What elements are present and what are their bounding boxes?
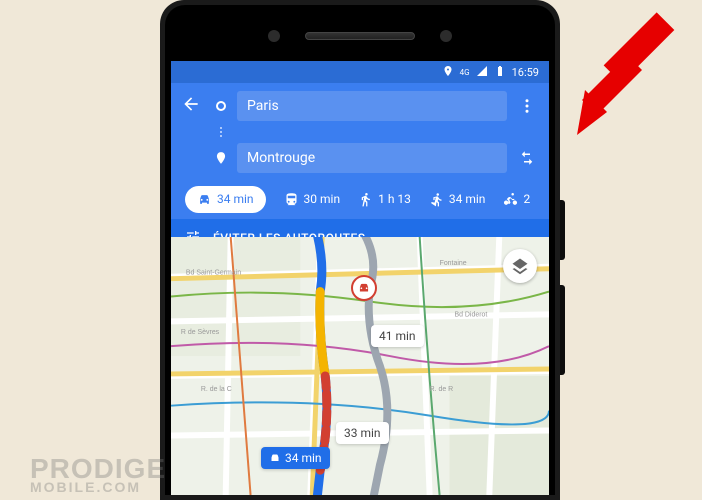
route-alt-label-2[interactable]: 33 min <box>336 422 389 444</box>
proximity-sensor <box>440 30 452 42</box>
svg-text:Bd Diderot: Bd Diderot <box>455 311 488 318</box>
route-primary-label[interactable]: 34 min <box>261 447 330 469</box>
svg-text:Bd Saint-Germain: Bd Saint-Germain <box>186 270 241 277</box>
android-status-bar: 4G 16:59 <box>171 61 549 83</box>
location-icon <box>442 65 454 80</box>
svg-text:Fontaine: Fontaine <box>440 260 467 267</box>
travel-modes-row: 34 min 30 min 1 h 13 34 min 2 <box>171 179 549 219</box>
speaker-grille <box>305 32 415 40</box>
destination-value: Montrouge <box>247 150 315 166</box>
swap-endpoints-button[interactable] <box>515 149 539 167</box>
screen: 4G 16:59 Paris <box>171 61 549 495</box>
phone-frame: 4G 16:59 Paris <box>160 0 560 500</box>
mode-rideshare-time: 34 min <box>449 192 486 206</box>
network-label: 4G <box>460 68 470 77</box>
mode-rideshare[interactable]: 34 min <box>429 192 486 207</box>
map-layers-button[interactable] <box>503 249 537 283</box>
svg-text:R de Sèvres: R de Sèvres <box>181 329 220 336</box>
origin-marker-icon <box>213 101 229 111</box>
mode-transit-time: 30 min <box>304 192 341 206</box>
clock: 16:59 <box>512 66 539 79</box>
origin-field[interactable]: Paris <box>237 91 507 121</box>
svg-text:R. de la C: R. de la C <box>201 386 232 393</box>
destination-marker-icon <box>213 151 229 165</box>
mode-walking[interactable]: 1 h 13 <box>358 192 411 207</box>
svg-text:R. de R: R. de R <box>430 386 454 393</box>
route-connector-icon <box>213 125 229 139</box>
watermark: PRODIGE MOBILE.COM <box>30 453 166 495</box>
destination-field[interactable]: Montrouge <box>237 143 507 173</box>
mode-driving[interactable]: 34 min <box>185 186 266 213</box>
mode-cycling-time: 2 <box>523 192 530 206</box>
mode-transit[interactable]: 30 min <box>284 192 341 207</box>
power-button <box>560 200 565 260</box>
battery-icon <box>494 65 506 80</box>
volume-button <box>560 285 565 375</box>
more-options-button[interactable] <box>515 97 539 115</box>
phone-earpiece-area <box>171 11 549 61</box>
camera-sensor <box>268 30 280 42</box>
map-canvas[interactable]: Bd Saint-Germain Fontaine Bd Diderot R d… <box>171 237 549 495</box>
traffic-incident-icon[interactable] <box>351 275 377 301</box>
origin-value: Paris <box>247 98 279 114</box>
back-button[interactable] <box>181 94 205 118</box>
signal-icon <box>476 65 488 80</box>
mode-cycling[interactable]: 2 <box>503 192 530 207</box>
mode-walking-time: 1 h 13 <box>378 192 411 206</box>
mode-driving-time: 34 min <box>217 192 254 206</box>
route-alt-label-1[interactable]: 41 min <box>371 325 424 347</box>
annotation-arrow <box>552 0 692 140</box>
directions-header: Paris Montrouge <box>171 83 549 179</box>
